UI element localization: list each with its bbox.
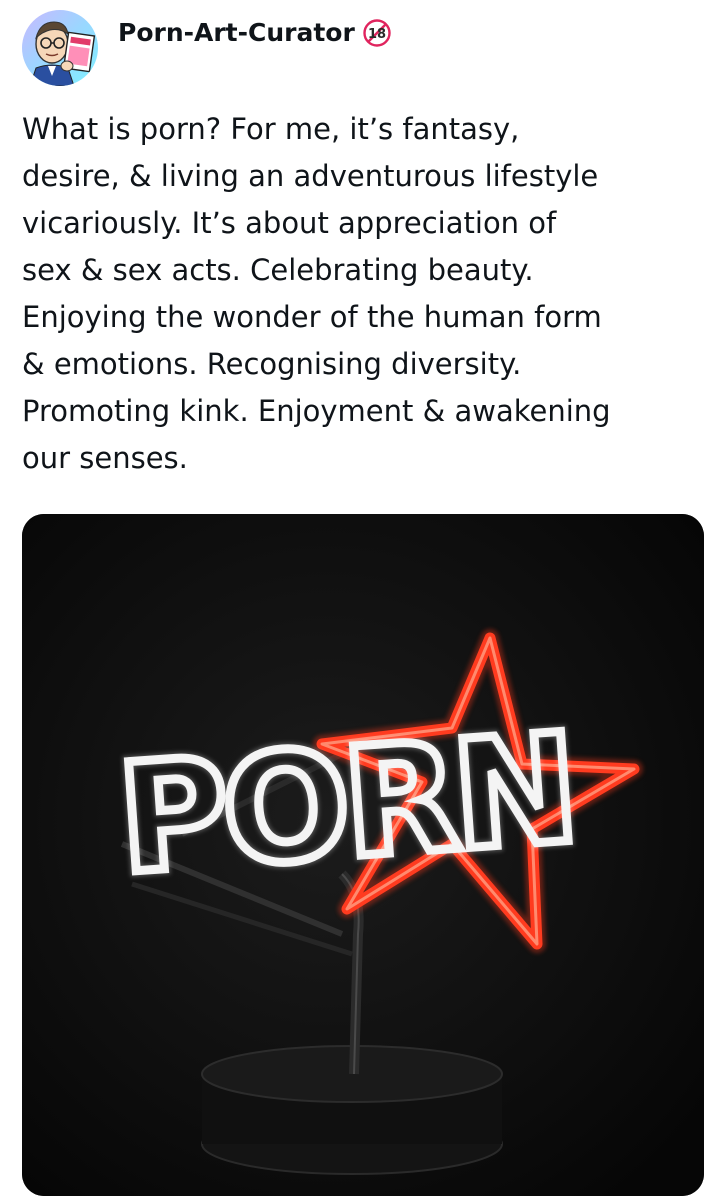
eighteen-plus-icon: 18 xyxy=(363,18,391,47)
post-text-line: What is porn? For me, it’s fantasy, xyxy=(22,112,520,146)
post-text-line: Promoting kink. Enjoyment & awakening xyxy=(22,394,611,428)
post-text-line: desire, & living an adventurous lifestyl… xyxy=(22,159,599,193)
post-text-line: vicariously. It’s about appreciation of xyxy=(22,206,557,240)
post-text-line: & emotions. Recognising diversity. xyxy=(22,347,522,381)
post-card: Porn-Art-Curator 18 What is porn? For me… xyxy=(0,0,726,1200)
avatar-illustration-icon xyxy=(22,10,98,86)
post-text: What is porn? For me, it’s fantasy, desi… xyxy=(22,106,712,482)
post-header: Porn-Art-Curator 18 xyxy=(22,10,391,86)
age-badge-text: 18 xyxy=(368,27,386,42)
post-text-line: sex & sex acts. Celebrating beauty. xyxy=(22,253,534,287)
neon-sign-text: PORN xyxy=(113,702,579,907)
post-text-line: Enjoying the wonder of the human form xyxy=(22,300,602,334)
author-name-row: Porn-Art-Curator 18 xyxy=(118,18,391,47)
author-display-name[interactable]: Porn-Art-Curator xyxy=(118,18,355,47)
avatar[interactable] xyxy=(22,10,98,86)
post-text-line: our senses. xyxy=(22,441,188,475)
post-media-image[interactable]: PORN PORN xyxy=(22,514,704,1196)
neon-sign-image: PORN PORN xyxy=(22,514,704,1196)
